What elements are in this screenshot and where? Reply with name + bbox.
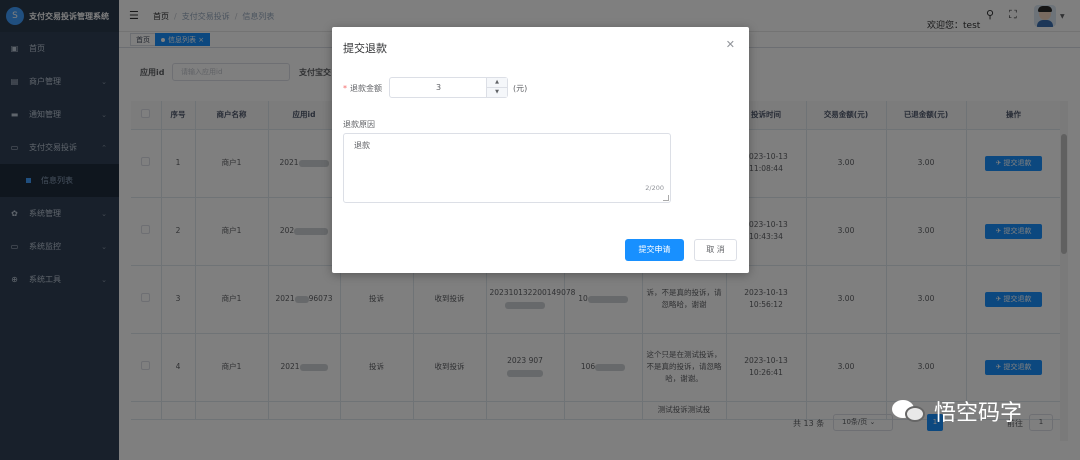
reason-text: 退款 <box>354 141 370 150</box>
cancel-button[interactable]: 取 消 <box>694 239 737 261</box>
dialog-title: 提交退款 <box>343 42 387 55</box>
close-icon[interactable]: ✕ <box>726 38 735 51</box>
increment-icon[interactable]: ▲ <box>486 78 507 88</box>
watermark: 悟空码字 <box>892 395 1022 427</box>
char-count: 2/200 <box>645 184 664 192</box>
submit-button[interactable]: 提交申请 <box>625 239 684 261</box>
amount-stepper[interactable]: 3 ▲ ▼ <box>389 77 508 98</box>
amount-label: * 退款金额 <box>343 84 382 93</box>
watermark-text: 悟空码字 <box>934 401 1023 426</box>
amount-unit: (元) <box>513 84 528 93</box>
reason-textarea[interactable]: 退款 2/200 <box>343 133 671 203</box>
refund-dialog: 提交退款 ✕ * 退款金额 3 ▲ ▼ (元) 退款原因 退款 2/200 提交申… <box>332 27 749 273</box>
amount-input[interactable]: 3 <box>390 78 487 97</box>
wechat-icon <box>892 398 926 424</box>
decrement-icon[interactable]: ▼ <box>486 88 507 97</box>
reason-label: 退款原因 <box>343 120 375 129</box>
resize-handle-icon[interactable] <box>663 195 669 201</box>
